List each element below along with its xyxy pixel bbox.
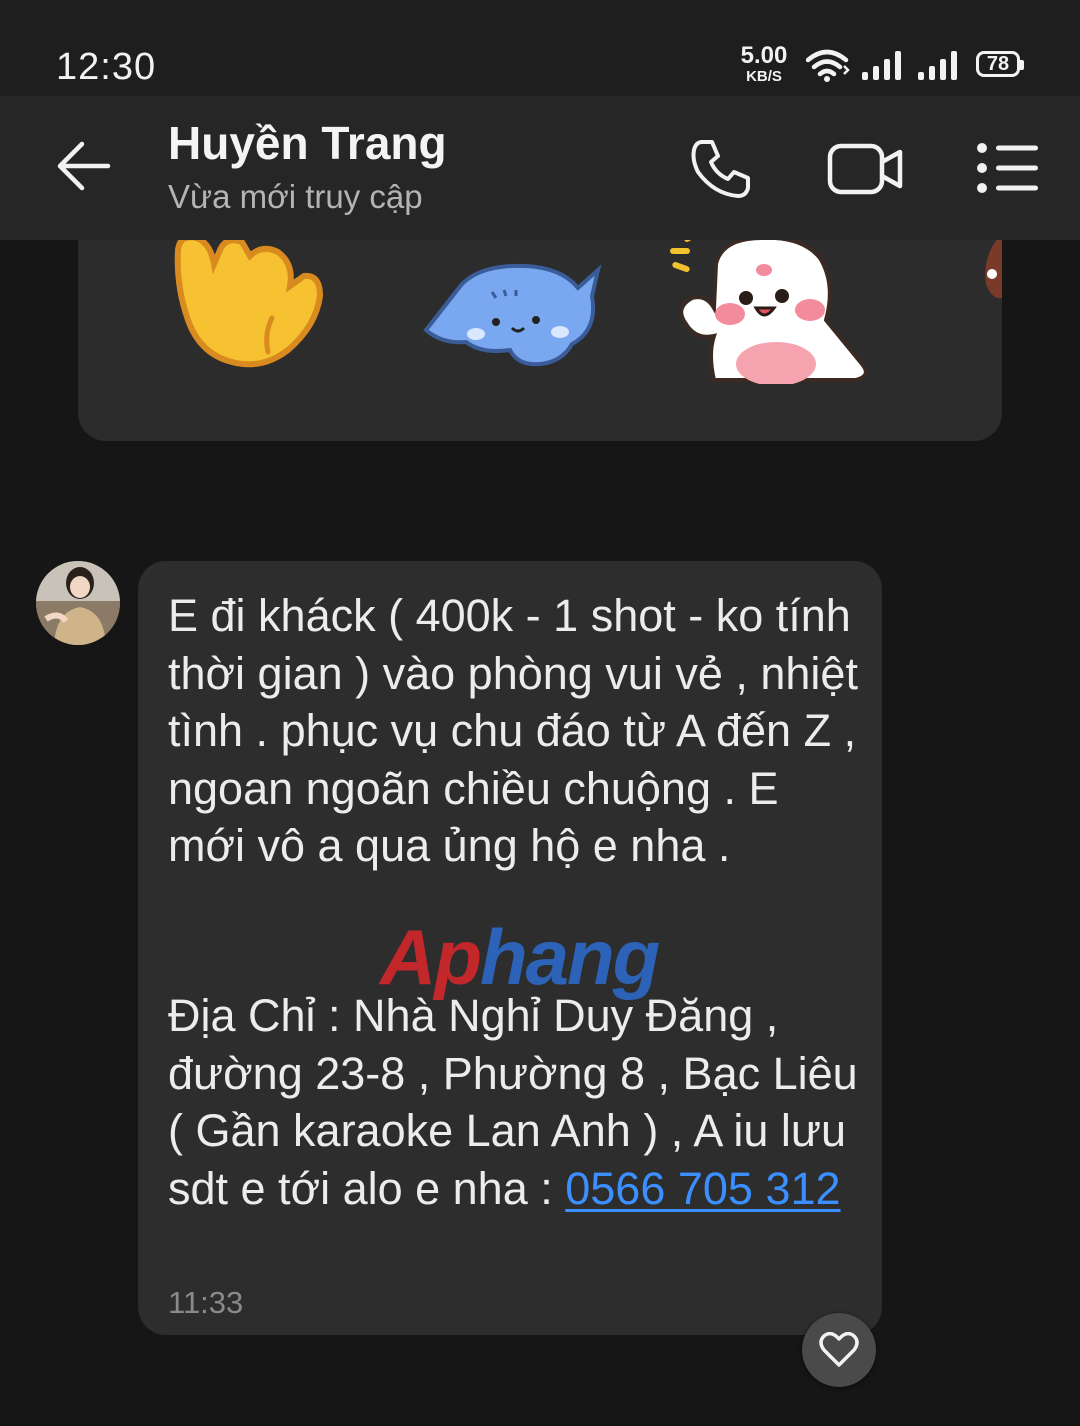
phone-icon[interactable] — [688, 136, 754, 202]
list-menu-icon[interactable] — [974, 140, 1044, 196]
chat-header: Huyền Trang Vừa mới truy cập — [0, 96, 1080, 240]
wifi-icon — [806, 49, 850, 82]
chat-area[interactable]: E đi kháck ( 400k - 1 shot - ko tính thờ… — [0, 240, 1080, 1426]
heart-icon — [819, 1332, 859, 1367]
back-arrow-icon[interactable] — [50, 136, 116, 196]
status-bar: 12:30 5.00 KB/S 78 — [0, 0, 1080, 96]
network-speed-unit: KB/S — [746, 68, 782, 85]
message-bubble[interactable]: E đi kháck ( 400k - 1 shot - ko tính thờ… — [138, 561, 882, 1335]
blue-cat-sticker — [423, 263, 602, 367]
message-text: E đi kháck ( 400k - 1 shot - ko tính thờ… — [168, 590, 871, 871]
contact-status: Vừa mới truy cập — [168, 178, 423, 215]
network-speed-value: 5.00 — [740, 42, 788, 69]
waving-hand-sticker — [174, 240, 324, 368]
battery-icon: 78 — [976, 51, 1024, 77]
status-time: 12:30 — [56, 46, 157, 88]
contact-avatar[interactable] — [36, 561, 120, 645]
phone-number-link[interactable]: 0566 705 312 — [565, 1163, 840, 1214]
white-bear-sticker — [670, 240, 868, 384]
message-address-text: Địa Chỉ : Nhà Nghỉ Duy Đăng , đường 23-8… — [168, 987, 858, 1217]
message-timestamp: 11:33 — [168, 1285, 244, 1320]
video-camera-icon[interactable] — [826, 138, 906, 200]
react-heart-button[interactable] — [802, 1313, 876, 1387]
brown-sticker — [985, 240, 1002, 299]
network-speed: 5.00 KB/S — [738, 42, 790, 85]
sticker-message[interactable] — [78, 240, 1002, 441]
signal-strength-icon — [918, 51, 957, 80]
signal-strength-icon — [862, 51, 901, 80]
contact-name[interactable]: Huyền Trang — [168, 116, 447, 170]
